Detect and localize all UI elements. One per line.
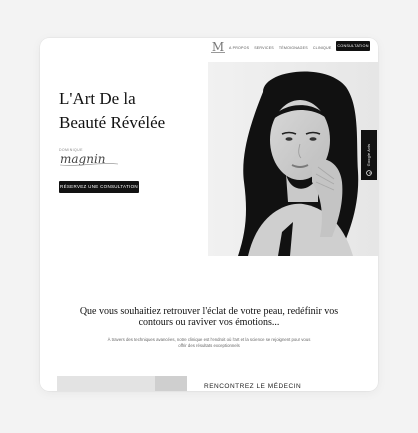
nav-clinique[interactable]: Clinique: [313, 46, 332, 50]
hero-title: L'Art De la Beauté Révélée: [59, 87, 209, 135]
book-consultation-button[interactable]: Réservez une Consultation: [59, 181, 139, 193]
hero-portrait-image: [208, 62, 378, 256]
hero-title-line-2: Beauté Révélée: [59, 113, 166, 132]
portrait-illustration: [208, 62, 378, 256]
intro-paragraph: À travers des techniques avancées, notre…: [107, 337, 311, 348]
doctor-section-image-shade: [155, 376, 187, 391]
doctor-section-image: [57, 376, 187, 391]
consultation-button[interactable]: Consultation: [336, 41, 370, 51]
meet-doctor-heading: Rencontrez le médecin: [204, 383, 302, 390]
main-nav: A propos Services Témoignages Clinique: [229, 44, 331, 52]
logo-underline: [211, 52, 225, 53]
google-icon: [366, 170, 372, 176]
doctor-signature: magnin: [59, 152, 119, 166]
google-reviews-tab[interactable]: Google Avis: [361, 130, 377, 180]
hero-title-line-1: L'Art De la: [59, 89, 136, 108]
nav-services[interactable]: Services: [254, 46, 274, 50]
google-reviews-label: Google Avis: [367, 143, 371, 167]
nav-a-propos[interactable]: A propos: [229, 46, 249, 50]
page-card: M A propos Services Témoignages Clinique…: [40, 38, 378, 391]
intro-heading: Que vous souhaitiez retrouver l'éclat de…: [79, 306, 339, 328]
nav-temoignages[interactable]: Témoignages: [279, 46, 308, 50]
